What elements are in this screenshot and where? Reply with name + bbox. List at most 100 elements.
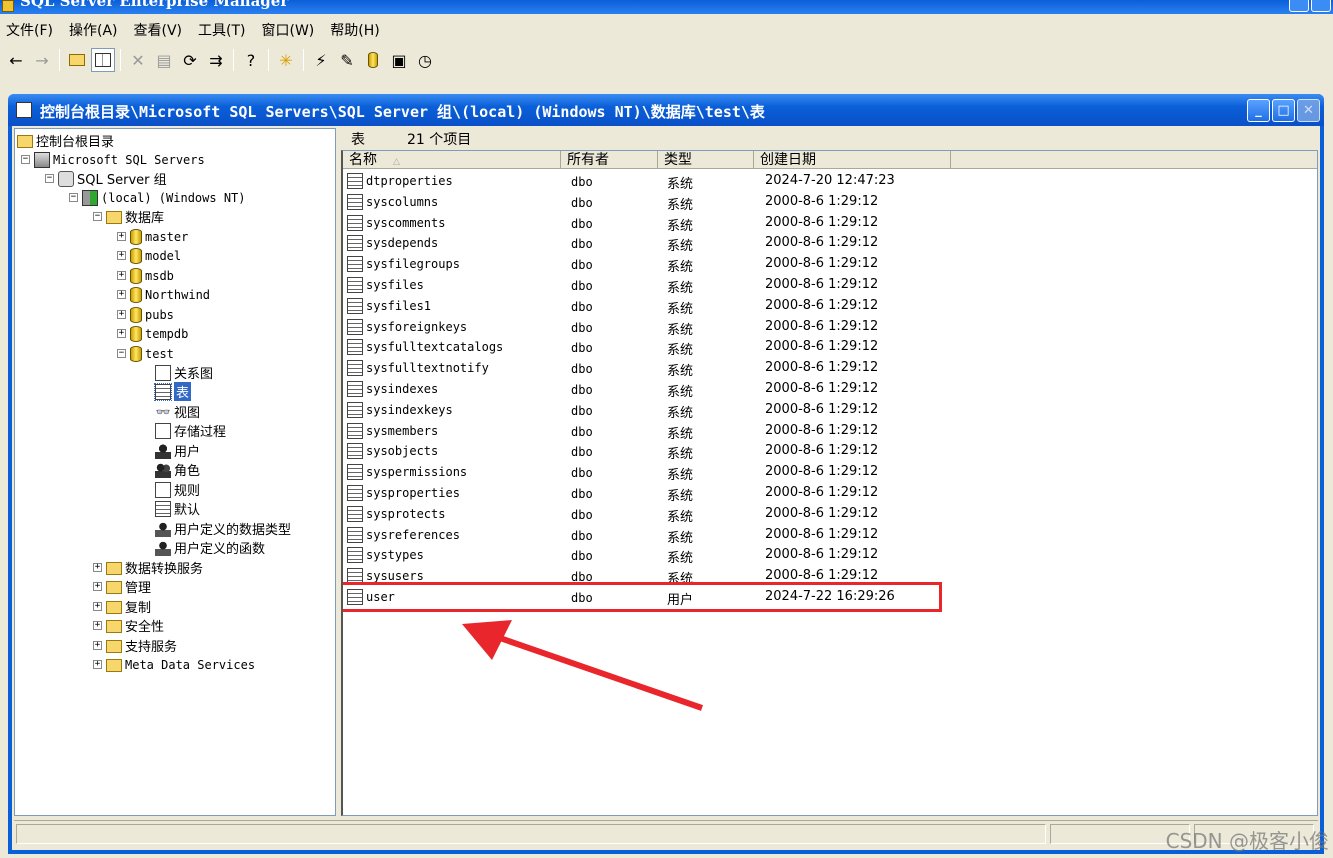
- properties-icon[interactable]: ▤: [152, 48, 176, 72]
- collapse-toggle[interactable]: −: [69, 193, 78, 202]
- table-row[interactable]: syscomments dbo 系统 2000-8-6 1:29:12: [343, 213, 1317, 234]
- tree-node-db-test[interactable]: − test: [117, 344, 174, 363]
- tree-node-views[interactable]: 👓 视图: [155, 402, 201, 422]
- tree-node-db-northwind[interactable]: + Northwind: [117, 285, 210, 304]
- column-header-type[interactable]: 类型: [658, 151, 754, 169]
- database-icon[interactable]: [361, 48, 385, 72]
- tree-node-databases[interactable]: − 数据库: [93, 207, 164, 226]
- tree-node-support-services[interactable]: + 支持服务: [93, 636, 177, 655]
- column-header-name[interactable]: 名称 △: [343, 151, 561, 169]
- table-row[interactable]: user dbo 用户 2024-7-22 16:29:26: [343, 582, 1317, 612]
- new-server-icon[interactable]: ▣: [387, 48, 411, 72]
- new-login-icon[interactable]: ✎: [335, 48, 359, 72]
- collapse-toggle[interactable]: −: [117, 349, 126, 358]
- table-row[interactable]: syspermissions dbo 系统 2000-8-6 1:29:12: [343, 462, 1317, 483]
- expand-toggle[interactable]: +: [117, 251, 126, 260]
- tree-node-users[interactable]: 用户: [155, 441, 200, 460]
- show-tree-button[interactable]: [91, 48, 115, 72]
- tree-node-security[interactable]: + 安全性: [93, 616, 164, 635]
- help-icon[interactable]: ?: [239, 48, 263, 72]
- menu-tools[interactable]: 工具(T): [192, 20, 255, 40]
- expand-toggle[interactable]: +: [117, 329, 126, 338]
- menu-file[interactable]: 文件(F): [0, 20, 63, 40]
- table-row[interactable]: sysfulltextnotify dbo 系统 2000-8-6 1:29:12: [343, 358, 1317, 379]
- collapse-toggle[interactable]: −: [93, 212, 102, 221]
- expand-toggle[interactable]: +: [117, 271, 126, 280]
- tree-node-local-server[interactable]: − (local) (Windows NT): [69, 188, 246, 207]
- table-row[interactable]: sysmembers dbo 系统 2000-8-6 1:29:12: [343, 421, 1317, 442]
- tree-node-roles[interactable]: 角色: [155, 460, 200, 479]
- menu-window[interactable]: 窗口(W): [256, 20, 325, 40]
- expand-toggle[interactable]: +: [117, 310, 126, 319]
- wizard-icon[interactable]: ✳: [274, 48, 298, 72]
- table-row[interactable]: sysfiles dbo 系统 2000-8-6 1:29:12: [343, 275, 1317, 296]
- tree-node-diagrams[interactable]: 关系图: [155, 363, 213, 382]
- column-header-owner[interactable]: 所有者: [561, 151, 658, 169]
- tree-node-udt[interactable]: 用户定义的数据类型: [155, 519, 291, 538]
- collapse-toggle[interactable]: −: [21, 155, 30, 164]
- minimize-button[interactable]: _: [1247, 99, 1270, 122]
- table-row[interactable]: sysfulltextcatalogs dbo 系统 2000-8-6 1:29:12: [343, 337, 1317, 358]
- expand-toggle[interactable]: +: [93, 660, 102, 669]
- tree-node-management[interactable]: + 管理: [93, 577, 151, 596]
- table-row[interactable]: sysfiles1 dbo 系统 2000-8-6 1:29:12: [343, 296, 1317, 317]
- expand-toggle[interactable]: +: [93, 563, 102, 572]
- up-folder-button[interactable]: [65, 48, 89, 72]
- table-row[interactable]: sysforeignkeys dbo 系统 2000-8-6 1:29:12: [343, 317, 1317, 338]
- table-list-view[interactable]: 名称 △ 所有者 类型 创建日期 dtproperties dbo 系统 2024-7-…: [341, 150, 1318, 816]
- maximize-button[interactable]: □: [1272, 99, 1295, 122]
- tree-node-db-master[interactable]: + master: [117, 227, 188, 246]
- back-arrow-icon[interactable]: ←: [4, 48, 28, 72]
- expand-toggle[interactable]: +: [93, 582, 102, 591]
- tree-node-stored-procedures[interactable]: 存储过程: [155, 421, 226, 440]
- expand-toggle[interactable]: +: [93, 621, 102, 630]
- console-window-titlebar[interactable]: 控制台根目录\Microsoft SQL Servers\SQL Server …: [8, 94, 1324, 126]
- table-name: sysreferences: [366, 527, 460, 542]
- table-row[interactable]: sysindexkeys dbo 系统 2000-8-6 1:29:12: [343, 400, 1317, 421]
- tree-node-sql-servers[interactable]: − Microsoft SQL Servers: [21, 150, 205, 169]
- forward-arrow-icon[interactable]: →: [30, 48, 54, 72]
- tree-node-defaults[interactable]: 默认: [155, 499, 200, 518]
- refresh-icon[interactable]: ⟳: [178, 48, 202, 72]
- expand-toggle[interactable]: +: [93, 602, 102, 611]
- export-list-icon[interactable]: ⇉: [204, 48, 228, 72]
- app-minimize-button[interactable]: [1289, 0, 1309, 12]
- expand-toggle[interactable]: +: [117, 290, 126, 299]
- delete-icon[interactable]: ✕: [126, 48, 150, 72]
- table-row[interactable]: sysdepends dbo 系统 2000-8-6 1:29:12: [343, 233, 1317, 254]
- tree-node-db-msdb[interactable]: + msdb: [117, 266, 174, 285]
- tree-node-rules[interactable]: 规则: [155, 480, 200, 499]
- column-header-created[interactable]: 创建日期: [754, 151, 951, 169]
- tree-node-db-model[interactable]: + model: [117, 246, 181, 265]
- menu-action[interactable]: 操作(A): [63, 20, 128, 40]
- tree-node-db-tempdb[interactable]: + tempdb: [117, 324, 188, 343]
- run-icon[interactable]: ⚡: [309, 48, 333, 72]
- tree-node-dts[interactable]: + 数据转换服务: [93, 558, 203, 577]
- table-row[interactable]: sysobjects dbo 系统 2000-8-6 1:29:12: [343, 441, 1317, 462]
- console-tree[interactable]: 控制台根目录 − Microsoft SQL Servers − SQL Ser…: [14, 128, 336, 816]
- close-button[interactable]: ✕: [1297, 99, 1320, 122]
- expand-toggle[interactable]: +: [93, 641, 102, 650]
- table-created-date: 2000-8-6 1:29:12: [765, 547, 879, 563]
- tree-node-db-pubs[interactable]: + pubs: [117, 305, 174, 324]
- table-row[interactable]: sysproperties dbo 系统 2000-8-6 1:29:12: [343, 483, 1317, 504]
- tree-node-server-group[interactable]: − SQL Server 组: [45, 169, 167, 188]
- menu-view[interactable]: 查看(V): [128, 20, 193, 40]
- tree-node-udf[interactable]: 用户定义的函数: [155, 538, 265, 557]
- table-row[interactable]: sysprotects dbo 系统 2000-8-6 1:29:12: [343, 504, 1317, 525]
- collapse-toggle[interactable]: −: [45, 174, 54, 183]
- menu-help[interactable]: 帮助(H): [324, 20, 389, 40]
- app-restore-button[interactable]: [1311, 0, 1331, 12]
- expand-toggle[interactable]: +: [117, 232, 126, 241]
- tree-node-tables[interactable]: 表: [154, 382, 192, 401]
- table-row[interactable]: dtproperties dbo 系统 2024-7-20 12:47:23: [343, 171, 1317, 192]
- tree-node-meta-data-services[interactable]: + Meta Data Services: [93, 655, 255, 674]
- table-row[interactable]: sysreferences dbo 系统 2000-8-6 1:29:12: [343, 525, 1317, 546]
- tree-node-root[interactable]: 控制台根目录: [17, 131, 114, 150]
- table-row[interactable]: sysfilegroups dbo 系统 2000-8-6 1:29:12: [343, 254, 1317, 275]
- tree-node-replication[interactable]: + 复制: [93, 597, 151, 616]
- table-row[interactable]: systypes dbo 系统 2000-8-6 1:29:12: [343, 545, 1317, 566]
- table-row[interactable]: syscolumns dbo 系统 2000-8-6 1:29:12: [343, 192, 1317, 213]
- table-row[interactable]: sysindexes dbo 系统 2000-8-6 1:29:12: [343, 379, 1317, 400]
- new-job-icon[interactable]: ◷: [413, 48, 437, 72]
